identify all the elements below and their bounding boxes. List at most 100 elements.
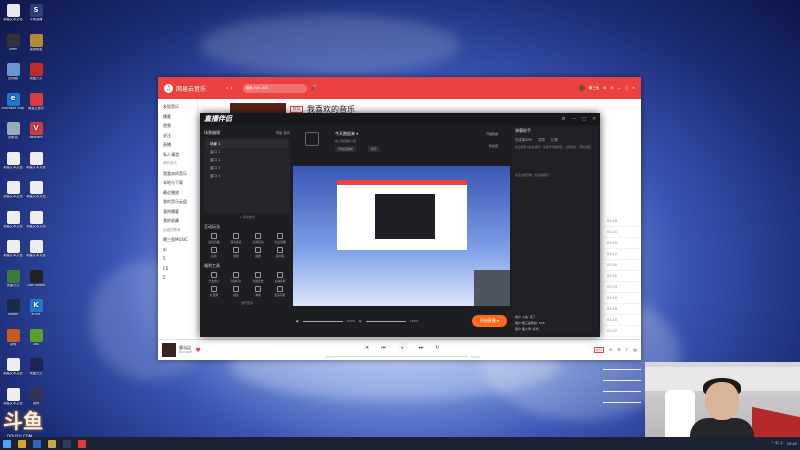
tool-button[interactable]: 画中画 [270,247,290,258]
taskbar-app-icon[interactable] [63,439,71,448]
desktop-icon[interactable]: 新建文本文档 [2,358,24,376]
start-icon[interactable] [3,439,11,448]
desktop-icon[interactable]: 新建文本文档 [2,151,24,170]
now-playing-cover[interactable] [162,343,176,357]
song-artist[interactable]: Bondjet [179,350,192,355]
file-explorer-icon[interactable] [18,439,26,448]
desktop-icon[interactable]: 新建文本文档 [25,240,47,258]
sidebar-item[interactable]: 发现音乐 [158,102,197,112]
mode-icon[interactable]: ✕ [365,345,369,351]
next-icon[interactable]: ⏭ [419,345,424,351]
tool-button[interactable]: 福袋 [248,247,268,258]
sidebar-item[interactable]: al [158,245,197,255]
tool-button[interactable]: 直播复盘 [248,272,268,283]
sidebar-item[interactable]: CS [158,264,197,274]
desktop-icon[interactable]: 英雄联盟 [25,33,47,52]
desktop-icon[interactable]: OBS Studio [25,269,47,288]
desktop-icon[interactable]: 新建文本文档 [25,181,47,199]
tab-game[interactable]: 游戏 [283,131,290,135]
stat-fans[interactable]: 粉丝团 [489,144,498,148]
close-button[interactable]: ✕ [632,86,635,90]
expand-more-button[interactable]: 展开更多 [204,301,290,305]
desktop-icon[interactable]: 回收站 [2,122,24,140]
sidebar-item[interactable]: 视频 [158,121,197,131]
volume-icon[interactable]: ♪ [626,347,629,353]
tool-button[interactable]: 更多功能 [270,286,290,297]
desktop-icon[interactable]: 360 [25,328,47,347]
scene-item[interactable]: 窗口 1 [206,148,288,156]
sidebar-item[interactable]: 我的播客 [158,207,197,217]
sidebar-item[interactable]: 直播 [158,140,197,150]
netease-taskbar-icon[interactable] [78,439,86,448]
playlist-icon[interactable]: ☰ [617,347,621,353]
desktop-icon[interactable]: K KOOK [25,299,47,317]
mic-icon[interactable]: 🎤 [311,85,317,91]
desktop-icon[interactable]: 此电脑 [2,63,24,81]
taskbar-app-icon[interactable] [48,439,56,448]
stream-preview[interactable] [293,166,510,306]
danmu-tab[interactable]: 勋章 [538,137,545,142]
tool-button[interactable]: 主播招募 [270,272,290,283]
mail-icon[interactable]: ✉ [610,86,613,90]
pause-button[interactable]: ⏸ [397,343,407,352]
heart-icon[interactable]: ♥ [195,347,200,354]
desktop-icon[interactable]: 新建文本文档 [2,210,24,229]
sidebar-item[interactable]: 最近播放 [158,188,197,198]
desktop-icon[interactable]: V Valorant [25,122,47,140]
desktop-icon[interactable]: 游戏 [2,328,24,347]
desktop-icon[interactable]: 游戏 [25,387,47,406]
taskbar-app-icon[interactable] [33,439,41,448]
desktop-icon[interactable]: e Microsoft Edge [2,92,24,111]
tool-button[interactable]: 分发中心 [204,272,224,283]
tool-button[interactable]: 红包雨 [204,286,224,297]
maximize-button[interactable]: □ [582,117,586,122]
settings-icon[interactable]: ⚙ [561,117,565,122]
settings-icon[interactable]: ⚙ [603,86,606,90]
lyric-icon[interactable]: ↻ [435,345,439,351]
prev-icon[interactable]: ⏮ [381,345,386,351]
sidebar-item[interactable]: 我的收藏 [158,216,197,226]
sidebar-item[interactable]: 私人漫游 [158,150,197,160]
search-input[interactable]: 搜索 Hot 100 [242,83,307,93]
tool-button[interactable]: 弹幕 [248,286,268,297]
sidebar-item[interactable]: 曦三鱼MUSIC [158,235,197,245]
tray-icons[interactable]: ^ 中 ♫ [771,441,783,446]
username[interactable]: 曦三鱼 [589,86,600,91]
scene-item[interactable]: 窗口 4 [206,172,288,180]
tool-button[interactable]: 连线直播 [204,233,224,244]
danmu-tab[interactable]: 礼物 [551,137,558,142]
stat-live-data[interactable]: 开播数据 [486,132,498,136]
stream-title[interactable]: 今天跑起来 ▾ [335,131,358,137]
desktop-icon[interactable]: 快捷方式 [25,63,47,81]
avatar[interactable] [578,85,585,91]
desktop-icon[interactable]: 新建文本文档 [2,4,24,22]
mic-volume-slider[interactable] [302,320,343,322]
effect-icon[interactable]: ⟲ [609,347,612,353]
pre-live-button[interactable]: 开启直播前 [335,146,357,152]
tool-button[interactable]: 抽奖 [226,286,246,297]
sidebar-item[interactable]: 播客 [158,112,197,122]
desktop-icon[interactable]: Steam [2,299,24,317]
desktop-icon[interactable]: 快捷方式 [25,358,47,376]
scene-item[interactable]: 窗口 2 [206,156,288,164]
desktop-icon[interactable]: S 斗鱼直播 [25,4,47,22]
mic-icon[interactable]: ● [296,319,299,323]
clock[interactable]: 19:45 [787,442,797,446]
tool-button[interactable]: 直播切片 [226,272,246,283]
tab-scene[interactable]: 场景 [276,131,283,135]
desktop-icon[interactable]: 快捷方式 [2,269,24,288]
sidebar-item[interactable]: 我的音乐云盘 [158,197,197,207]
scene-item[interactable]: 窗口 3 [206,164,288,172]
tool-button[interactable]: 礼物互动 [248,233,268,244]
desktop-icon[interactable]: 新建文本文档 [2,240,24,258]
desktop-icon[interactable]: 网易云音乐 [25,92,47,111]
cover-icon[interactable] [305,132,319,146]
tool-button[interactable]: 语音连麦 [226,233,246,244]
scene-item[interactable]: 场景 1 [206,140,288,148]
desktop-icon[interactable]: Geek [2,33,24,52]
progress-bar[interactable] [328,356,468,357]
desktop-icon[interactable]: 新建文本文档 [2,181,24,199]
desktop-icon[interactable]: 新建文本文档 [2,387,24,406]
sidebar-item[interactable]: 5 [158,254,197,264]
sidebar-item[interactable]: 本地与下载 [158,178,197,188]
